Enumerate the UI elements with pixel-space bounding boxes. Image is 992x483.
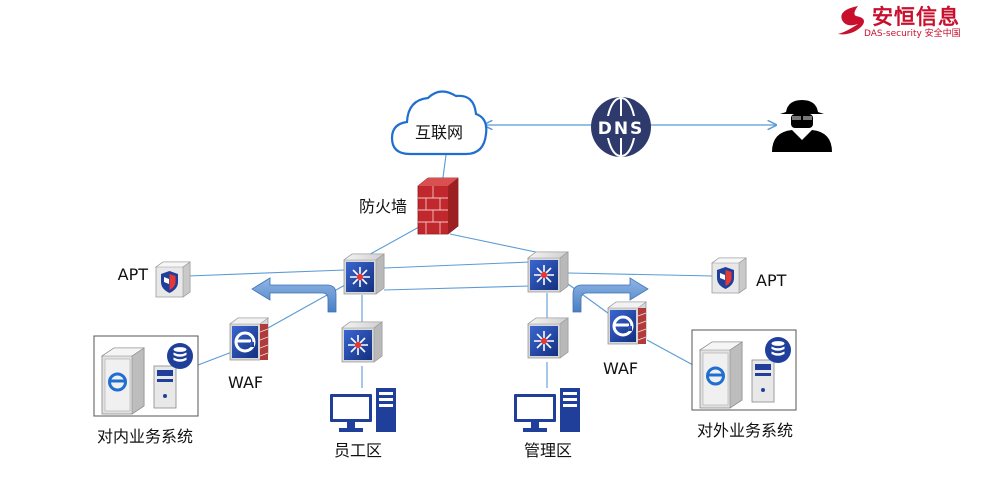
internal-server-group-icon (92, 334, 200, 418)
core-switch-left-icon (343, 253, 385, 295)
staff-zone-label: 员工区 (334, 441, 382, 460)
link-switch-top (383, 261, 531, 269)
brand-logo-name: 安恒信息 (872, 5, 960, 29)
internet-cloud: 互联网 (390, 90, 488, 156)
brand-logo-tagline: DAS-security 安全中国 (864, 27, 961, 39)
dns-badge: DNS (591, 97, 651, 157)
apt-left-label: APT (118, 265, 149, 284)
mgmt-workstation-icon (514, 388, 580, 432)
access-switch-mgmt-icon (527, 317, 569, 359)
brand-logo: 安恒信息 DAS-security 安全中国 (838, 5, 961, 39)
staff-workstation-icon (330, 388, 396, 432)
apt-left: APT (118, 261, 191, 298)
network-diagram: 安恒信息 DAS-security 安全中国 互联网 DNS 防火墙 APT A… (0, 0, 992, 483)
external-server-group-icon (690, 328, 798, 412)
apt-right-icon (711, 257, 747, 294)
access-switch-staff-icon (341, 321, 383, 363)
internal-system: 对内业务系统 (92, 334, 200, 446)
link-waf-internal-system (197, 351, 233, 366)
apt-left-icon (155, 261, 191, 298)
link-switch-bottom (383, 285, 531, 291)
firewall-label: 防火墙 (359, 197, 407, 216)
waf-left: WAF (228, 316, 270, 392)
firewall-device: 防火墙 (359, 177, 459, 235)
core-switch-right-icon (527, 251, 569, 293)
apt-right-label: APT (756, 271, 787, 290)
link-firewall-switch-right (449, 233, 546, 255)
link-waf-external-system (646, 339, 694, 366)
waf-right-label: WAF (603, 359, 638, 378)
diagram-canvas: 安恒信息 DAS-security 安全中国 互联网 DNS 防火墙 APT A… (92, 5, 961, 460)
brand-logo-mark-icon (838, 6, 864, 35)
apt-right: APT (711, 257, 787, 294)
mgmt-zone-label: 管理区 (524, 441, 572, 460)
mgmt-zone: 管理区 (514, 388, 580, 460)
link-apt-left (187, 269, 346, 277)
staff-zone: 员工区 (330, 388, 396, 460)
internet-label: 互联网 (415, 123, 463, 142)
hacker-icon (772, 100, 832, 152)
external-system-label: 对外业务系统 (697, 421, 793, 440)
dns-label: DNS (598, 119, 645, 139)
link-apt-right (567, 272, 714, 277)
waf-right: WAF (603, 300, 648, 378)
waf-left-label: WAF (228, 373, 263, 392)
external-system: 对外业务系统 (690, 328, 798, 440)
waf-left-icon (228, 316, 270, 362)
internal-system-label: 对内业务系统 (97, 427, 193, 446)
waf-right-icon (606, 300, 648, 346)
traffic-arrow-left-icon (251, 277, 337, 313)
